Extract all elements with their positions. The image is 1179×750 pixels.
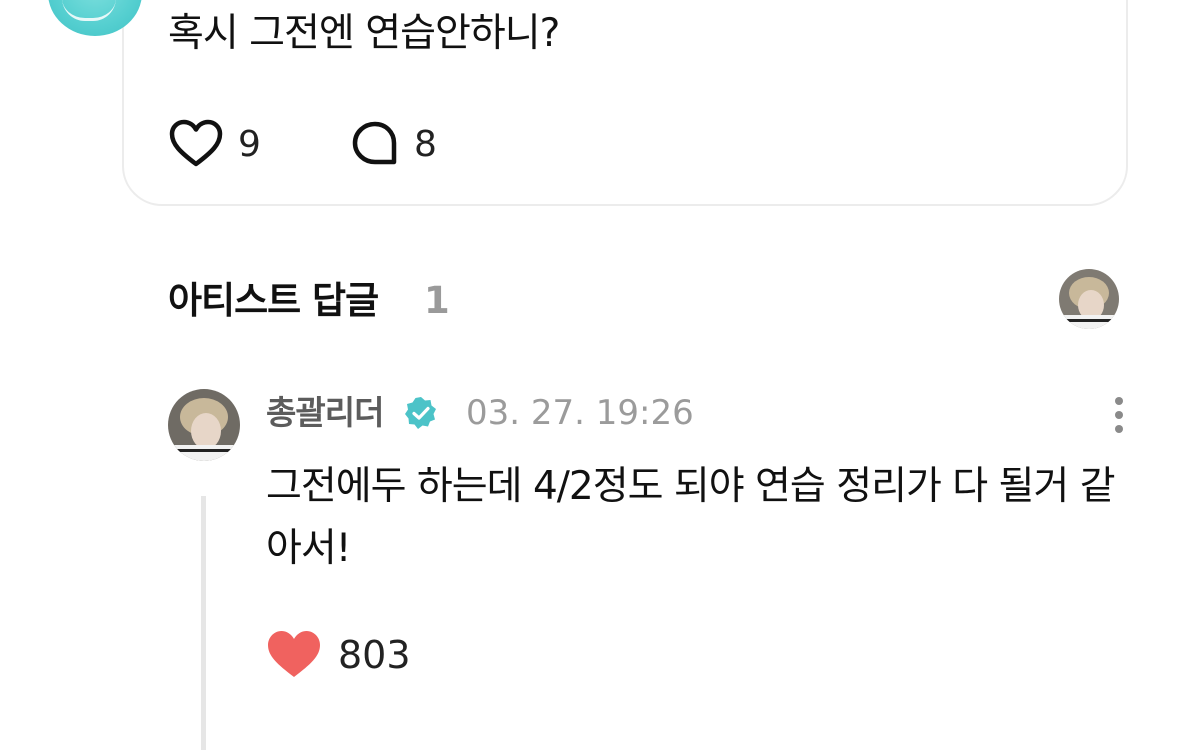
heart-filled-icon bbox=[268, 631, 320, 677]
speech-bubble-icon bbox=[352, 121, 397, 165]
post-text: 혹시 그전엔 연습안하니? bbox=[168, 11, 560, 56]
artist-replies-count: 1 bbox=[424, 279, 450, 322]
post-like-button[interactable]: 9 bbox=[168, 116, 261, 172]
more-options-icon[interactable] bbox=[1108, 394, 1130, 436]
comment-thread-screen: 혹시 그전엔 연습안하니? 9 8 아티스트 답글 1 총괄리더 03. 27.… bbox=[0, 0, 1179, 750]
verified-badge-icon bbox=[405, 397, 436, 429]
reply-text: 그전에두 하는데 4/2정도 되야 연습 정리가 다 될거 같아서! bbox=[266, 464, 1116, 571]
reply-like-button[interactable]: 803 bbox=[266, 626, 411, 684]
artist-replies-title: 아티스트 답글 bbox=[168, 279, 379, 322]
post-comment-count: 8 bbox=[414, 123, 437, 165]
reply-like-count: 803 bbox=[338, 633, 411, 677]
artist-avatar-small[interactable] bbox=[1059, 269, 1119, 329]
thread-line bbox=[201, 496, 206, 750]
reply-author-name[interactable]: 총괄리더 bbox=[266, 388, 384, 438]
reply-timestamp: 03. 27. 19:26 bbox=[466, 393, 694, 433]
heart-outline-icon bbox=[169, 119, 223, 167]
reply-author-avatar[interactable] bbox=[168, 389, 240, 461]
post-like-count: 9 bbox=[238, 123, 261, 165]
post-comment-button[interactable]: 8 bbox=[350, 116, 437, 172]
